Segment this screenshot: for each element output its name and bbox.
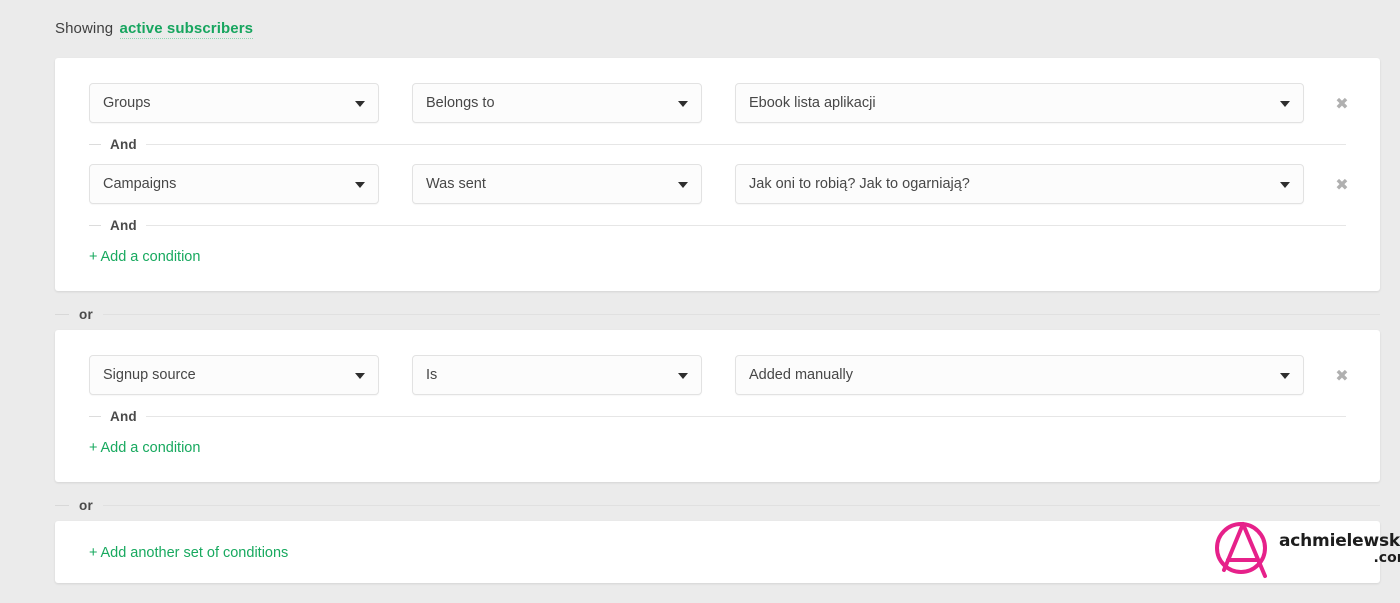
separator-line-right bbox=[102, 504, 1380, 506]
chevron-down-icon bbox=[678, 373, 688, 379]
separator-dash-left bbox=[89, 143, 101, 145]
condition-field-select[interactable]: Campaigns bbox=[89, 164, 379, 204]
condition-operator-value: Is bbox=[426, 367, 438, 383]
remove-condition-button[interactable]: ✖ bbox=[1333, 176, 1351, 194]
plus-icon: + bbox=[89, 440, 98, 456]
remove-condition-button[interactable]: ✖ bbox=[1333, 95, 1351, 113]
condition-value-select[interactable]: Ebook lista aplikacji bbox=[735, 83, 1304, 123]
chevron-down-icon bbox=[355, 101, 365, 107]
condition-value-text: Added manually bbox=[749, 367, 853, 383]
chevron-down-icon bbox=[1280, 182, 1290, 188]
and-label: And bbox=[110, 217, 137, 233]
plus-icon: + bbox=[89, 545, 98, 561]
condition-row: Campaigns Was sent Jak oni to robią? Jak… bbox=[55, 164, 1380, 206]
add-condition-label: Add a condition bbox=[100, 249, 201, 265]
condition-field-value: Campaigns bbox=[103, 176, 177, 192]
condition-operator-select[interactable]: Belongs to bbox=[412, 83, 702, 123]
add-condition-link[interactable]: + Add a condition bbox=[89, 249, 200, 265]
condition-operator-value: Was sent bbox=[426, 176, 486, 192]
and-separator: And bbox=[89, 408, 1346, 424]
chevron-down-icon bbox=[1280, 101, 1290, 107]
and-label: And bbox=[110, 408, 137, 424]
condition-field-select[interactable]: Signup source bbox=[89, 355, 379, 395]
condition-operator-select[interactable]: Is bbox=[412, 355, 702, 395]
separator-dash-left bbox=[89, 224, 101, 226]
condition-value-text: Jak oni to robią? Jak to ogarniają? bbox=[749, 176, 970, 192]
separator-line-right bbox=[145, 143, 1346, 145]
condition-group-2: Signup source Is Added manually ✖ And + A… bbox=[55, 330, 1380, 482]
and-separator: And bbox=[89, 217, 1346, 233]
and-separator: And bbox=[89, 136, 1346, 152]
chevron-down-icon bbox=[678, 101, 688, 107]
condition-field-select[interactable]: Groups bbox=[89, 83, 379, 123]
condition-row: Signup source Is Added manually ✖ bbox=[55, 355, 1380, 397]
remove-condition-button[interactable]: ✖ bbox=[1333, 367, 1351, 385]
separator-dash-left bbox=[55, 313, 69, 315]
chevron-down-icon bbox=[678, 182, 688, 188]
chevron-down-icon bbox=[355, 182, 365, 188]
add-condition-link[interactable]: + Add a condition bbox=[89, 440, 200, 456]
or-separator: or bbox=[55, 306, 1380, 322]
condition-group-1: Groups Belongs to Ebook lista aplikacji … bbox=[55, 58, 1380, 291]
or-label: or bbox=[79, 306, 93, 322]
separator-dash-left bbox=[89, 415, 101, 417]
showing-bar: Showing active subscribers bbox=[55, 20, 254, 39]
condition-value-select[interactable]: Jak oni to robią? Jak to ogarniają? bbox=[735, 164, 1304, 204]
condition-value-text: Ebook lista aplikacji bbox=[749, 95, 876, 111]
or-separator: or bbox=[55, 497, 1380, 513]
condition-value-select[interactable]: Added manually bbox=[735, 355, 1304, 395]
separator-line-right bbox=[145, 415, 1346, 417]
plus-icon: + bbox=[89, 249, 98, 265]
add-condition-label: Add a condition bbox=[100, 440, 201, 456]
showing-value-selector[interactable]: active subscribers bbox=[119, 20, 254, 39]
separator-line-right bbox=[102, 313, 1380, 315]
add-condition-set-card: + Add another set of conditions bbox=[55, 521, 1380, 583]
filter-builder-page: Showing active subscribers Groups Belong… bbox=[0, 0, 1400, 603]
condition-row: Groups Belongs to Ebook lista aplikacji … bbox=[55, 83, 1380, 125]
condition-operator-value: Belongs to bbox=[426, 95, 495, 111]
chevron-down-icon bbox=[1280, 373, 1290, 379]
or-label: or bbox=[79, 497, 93, 513]
condition-field-value: Groups bbox=[103, 95, 151, 111]
add-another-set-link[interactable]: + Add another set of conditions bbox=[89, 545, 288, 561]
and-label: And bbox=[110, 136, 137, 152]
separator-line-right bbox=[145, 224, 1346, 226]
separator-dash-left bbox=[55, 504, 69, 506]
condition-field-value: Signup source bbox=[103, 367, 196, 383]
showing-label: Showing bbox=[55, 20, 114, 37]
add-another-set-label: Add another set of conditions bbox=[100, 545, 289, 561]
condition-operator-select[interactable]: Was sent bbox=[412, 164, 702, 204]
chevron-down-icon bbox=[355, 373, 365, 379]
